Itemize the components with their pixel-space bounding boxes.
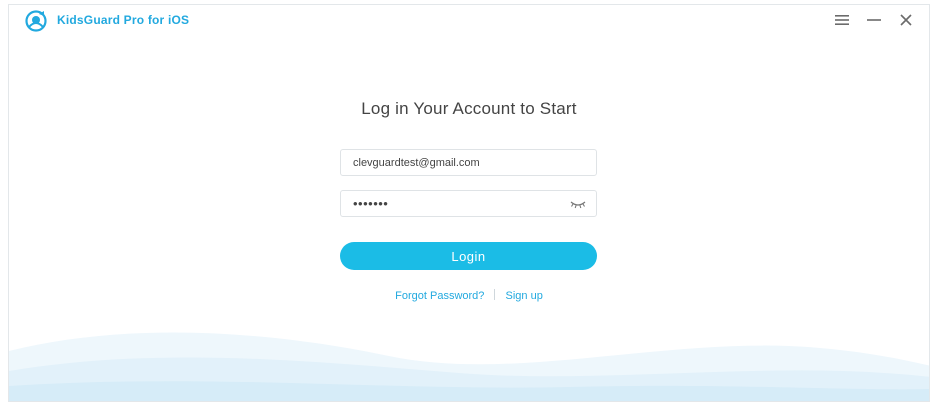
- email-input[interactable]: [341, 150, 596, 175]
- sign-up-link[interactable]: Sign up: [506, 290, 543, 302]
- forgot-password-link[interactable]: Forgot Password?: [395, 290, 484, 302]
- window-controls: [833, 11, 915, 29]
- link-divider: [494, 289, 496, 300]
- email-field[interactable]: [340, 149, 597, 176]
- minimize-icon[interactable]: [865, 11, 883, 29]
- eye-closed-icon[interactable]: [570, 198, 586, 210]
- app-title: KidsGuard Pro for iOS: [57, 13, 190, 27]
- close-icon[interactable]: [897, 11, 915, 29]
- page-title: Log in Your Account to Start: [361, 99, 577, 118]
- password-field[interactable]: [340, 190, 597, 217]
- auth-links: Forgot Password? Sign up: [9, 289, 929, 302]
- kidsguard-logo-icon: [25, 10, 47, 32]
- decorative-waves: [9, 332, 929, 401]
- password-input[interactable]: [341, 191, 596, 216]
- title-bar: KidsGuard Pro for iOS: [9, 5, 929, 35]
- hamburger-menu-icon[interactable]: [833, 11, 851, 29]
- login-button[interactable]: Login: [340, 242, 597, 270]
- app-window: KidsGuard Pro for iOS Log in Your Accoun…: [8, 4, 930, 402]
